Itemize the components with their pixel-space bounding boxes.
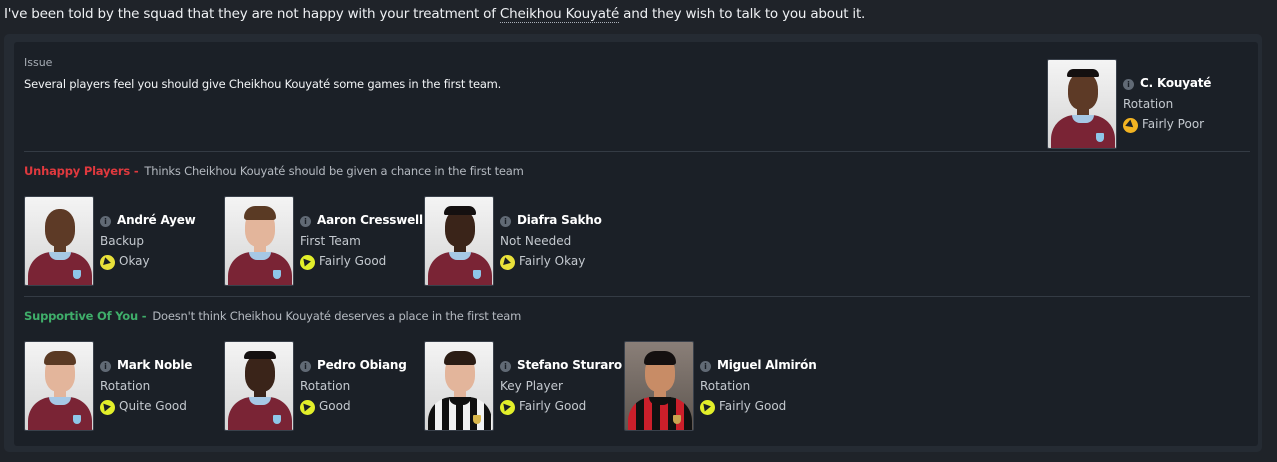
player-name[interactable]: Mark Noble <box>117 358 192 372</box>
headline: I've been told by the squad that they ar… <box>4 6 866 23</box>
player-photo <box>24 196 94 286</box>
info-icon[interactable]: i <box>700 361 711 372</box>
happiness-label: Fairly Good <box>319 254 387 268</box>
info-icon[interactable]: i <box>300 216 311 227</box>
subject-player-card[interactable]: i C. Kouyaté Rotation Fairly Poor <box>1047 59 1247 149</box>
happiness-arrow-icon <box>1123 118 1138 133</box>
supportive-player-card[interactable]: i Stefano Sturaro Key Player Fairly Good <box>424 341 624 431</box>
info-icon[interactable]: i <box>1123 79 1134 90</box>
happiness-label: Okay <box>119 254 150 268</box>
happiness-label: Quite Good <box>119 399 187 413</box>
issue-label: Issue <box>24 56 53 69</box>
happiness-label: Fairly Good <box>519 399 587 413</box>
supportive-section-title: Supportive Of You - Doesn't think Cheikho… <box>24 309 521 323</box>
happiness-arrow-icon <box>300 255 315 270</box>
player-role: First Team <box>300 234 361 248</box>
player-role: Key Player <box>500 379 563 393</box>
player-role: Not Needed <box>500 234 572 248</box>
player-role: Rotation <box>100 379 151 393</box>
player-role: Backup <box>100 234 144 248</box>
headline-after: and they wish to talk to you about it. <box>623 6 866 22</box>
unhappy-player-card[interactable]: i Aaron Cresswell First Team Fairly Good <box>224 196 424 286</box>
happiness-arrow-icon <box>500 255 515 270</box>
player-name[interactable]: C. Kouyaté <box>1140 76 1211 90</box>
divider <box>24 296 1250 297</box>
meeting-panel: Issue Several players feel you should gi… <box>14 42 1258 446</box>
player-name[interactable]: Aaron Cresswell <box>317 213 423 227</box>
happiness-label: Good <box>319 399 351 413</box>
supportive-tag: Supportive Of You - <box>24 309 147 323</box>
player-photo <box>424 196 494 286</box>
unhappy-desc: Thinks Cheikhou Kouyaté should be given … <box>144 164 524 178</box>
info-icon[interactable]: i <box>500 361 511 372</box>
info-icon[interactable]: i <box>300 361 311 372</box>
happiness-label: Fairly Okay <box>519 254 586 268</box>
issue-text: Several players feel you should give Che… <box>24 77 502 91</box>
headline-before: I've been told by the squad that they ar… <box>4 6 496 22</box>
happiness-label: Fairly Good <box>719 399 787 413</box>
supportive-player-card[interactable]: i Mark Noble Rotation Quite Good <box>24 341 224 431</box>
info-icon[interactable]: i <box>100 361 111 372</box>
supportive-player-card[interactable]: i Pedro Obiang Rotation Good <box>224 341 424 431</box>
unhappy-section-title: Unhappy Players - Thinks Cheikhou Kouyaté… <box>24 164 524 178</box>
player-name[interactable]: Stefano Sturaro <box>517 358 622 372</box>
happiness-label: Fairly Poor <box>1142 117 1205 131</box>
player-role: Rotation <box>700 379 751 393</box>
meeting-container: Issue Several players feel you should gi… <box>4 34 1262 452</box>
player-name[interactable]: Miguel Almirón <box>717 358 817 372</box>
player-role: Rotation <box>1123 97 1174 111</box>
player-photo <box>224 196 294 286</box>
unhappy-player-card[interactable]: i Diafra Sakho Not Needed Fairly Okay <box>424 196 624 286</box>
headline-player-link[interactable]: Cheikhou Kouyaté <box>499 6 619 23</box>
info-icon[interactable]: i <box>500 216 511 227</box>
player-photo <box>224 341 294 431</box>
player-photo <box>624 341 694 431</box>
player-name[interactable]: Pedro Obiang <box>317 358 407 372</box>
info-icon[interactable]: i <box>100 216 111 227</box>
unhappy-player-card[interactable]: i André Ayew Backup Okay <box>24 196 224 286</box>
happiness-arrow-icon <box>700 400 715 415</box>
player-role: Rotation <box>300 379 351 393</box>
player-photo <box>424 341 494 431</box>
player-name[interactable]: André Ayew <box>117 213 196 227</box>
player-name[interactable]: Diafra Sakho <box>517 213 602 227</box>
happiness-arrow-icon <box>500 400 515 415</box>
happiness-arrow-icon <box>300 400 315 415</box>
player-photo <box>24 341 94 431</box>
supportive-player-card[interactable]: i Miguel Almirón Rotation Fairly Good <box>624 341 824 431</box>
unhappy-tag: Unhappy Players - <box>24 164 139 178</box>
happiness-arrow-icon <box>100 255 115 270</box>
supportive-desc: Doesn't think Cheikhou Kouyaté deserves … <box>152 309 522 323</box>
happiness-arrow-icon <box>100 400 115 415</box>
divider <box>24 151 1250 152</box>
player-photo <box>1047 59 1117 149</box>
